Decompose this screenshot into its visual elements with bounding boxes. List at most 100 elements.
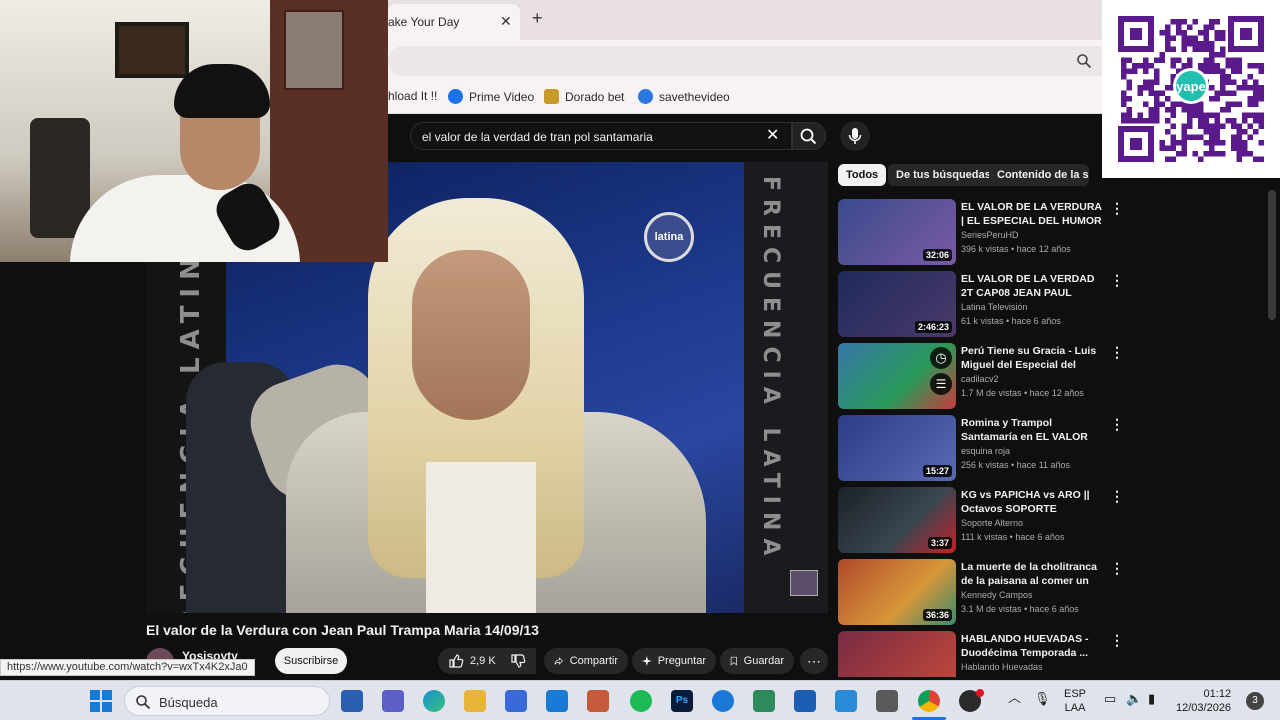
photoshop-icon[interactable]: Ps [671,690,693,712]
more-options-icon[interactable]: ⋮ [1110,488,1124,505]
related-video[interactable]: 2:46:23 EL VALOR DE LA VERDAD 2T CAP08 J… [838,271,1128,339]
qr-module [1170,112,1176,118]
qr-module [1192,41,1198,47]
more-options-icon[interactable]: ⋮ [1110,344,1124,361]
more-options-icon[interactable]: ⋮ [1110,272,1124,289]
store-icon[interactable] [505,690,527,712]
related-channel[interactable]: Hablando Huevadas [961,662,1043,672]
calendar-icon[interactable] [835,690,857,712]
related-video[interactable]: ◷ ☰ Perú Tiene su Gracia - Luis Miguel d… [838,343,1128,411]
related-meta: 3.1 M de vistas • hace 6 años [961,604,1079,614]
search-button[interactable] [792,122,826,150]
more-options-icon[interactable]: ⋮ [1110,200,1124,217]
chip-de-tus-busquedas[interactable]: De tus búsquedas [888,164,999,186]
volume-icon[interactable]: 🔈 [1126,692,1142,706]
language-bottom: LAA [1064,702,1086,714]
video-thumbnail[interactable]: 32:06 [838,199,956,265]
save-button[interactable]: Guardar [720,648,794,674]
related-title[interactable]: EL VALOR DE LA VERDAD 2T CAP08 JEAN PAUL… [961,272,1103,300]
outlook-icon[interactable] [794,690,816,712]
related-title[interactable]: Romina y Trampol Santamaría en EL VALOR … [961,416,1103,444]
qr-module [1154,118,1160,124]
video-thumbnail[interactable]: 2:46:23 [838,271,956,337]
share-button[interactable]: Compartir [544,648,628,674]
qr-module [1209,41,1215,47]
qr-module [1214,52,1220,58]
related-video[interactable]: HABLANDO HUEVADAS - Duodécima Temporada … [838,631,1128,677]
related-channel[interactable]: Soporte Alterno [961,518,1023,528]
subscribe-button[interactable]: Suscribirse [275,648,347,674]
video-thumbnail[interactable]: 3:37 [838,487,956,553]
qr-module [1170,63,1176,69]
notepad-icon[interactable] [753,690,775,712]
windows-start-icon[interactable] [90,690,112,712]
qr-module [1148,112,1154,118]
search-input[interactable]: el valor de la verdad de tran pol santam… [410,122,792,150]
close-tab-icon[interactable]: ✕ [500,13,512,30]
calculator-icon[interactable] [876,690,898,712]
more-options-icon[interactable]: ⋮ [1110,416,1124,433]
qr-module [1137,63,1143,69]
related-title[interactable]: La muerte de la cholitranca de la paisan… [961,560,1103,588]
video-thumbnail[interactable]: 15:27 [838,415,956,481]
qr-module [1247,74,1253,80]
file-explorer-icon[interactable] [464,690,486,712]
related-channel[interactable]: cadilacv2 [961,374,999,384]
scrollbar[interactable] [1268,190,1276,320]
clear-search-icon[interactable]: ✕ [766,125,779,145]
ask-button[interactable]: Preguntar [632,648,716,674]
related-video[interactable]: 36:36 La muerte de la cholitranca de la … [838,559,1128,627]
related-channel[interactable]: esquina roja [961,446,1010,456]
teams-icon[interactable] [382,690,404,712]
qr-module [1225,107,1231,113]
chevron-up-icon[interactable]: ︿ [1008,691,1021,705]
related-video[interactable]: 32:06 EL VALOR DE LA VERDURA | EL ESPECI… [838,199,1128,267]
video-thumbnail[interactable]: 36:36 [838,559,956,625]
chip-contenido[interactable]: Contenido de la se [989,164,1089,186]
bookmark-prime-video[interactable]: Prime Video [448,89,534,104]
related-title[interactable]: EL VALOR DE LA VERDURA | EL ESPECIAL DEL… [961,200,1103,228]
video-thumbnail[interactable]: ◷ ☰ [838,343,956,409]
microphone-icon[interactable]: 🎙 [1034,692,1051,706]
qr-module [1247,63,1253,69]
add-to-queue-icon[interactable]: ☰ [930,373,952,395]
related-title[interactable]: Perú Tiene su Gracia - Luis Miguel del E… [961,344,1103,372]
more-actions-button[interactable]: ⋯ [800,648,828,674]
media-player-icon[interactable] [587,690,609,712]
network-icon[interactable]: ▭ [1104,692,1116,706]
taskbar-search[interactable]: Búsqueda [124,686,330,716]
qr-module [1214,134,1220,140]
video-thumbnail[interactable] [838,631,956,677]
bookmark-savethevideo[interactable]: savethevideo [638,89,730,104]
dislike-button[interactable] [500,648,536,674]
bookmark-dorado-bet[interactable]: Dorado bet [544,89,624,104]
voice-search-button[interactable] [840,121,870,151]
qr-module [1203,35,1209,41]
chip-todos[interactable]: Todos [838,164,887,186]
related-title[interactable]: HABLANDO HUEVADAS - Duodécima Temporada … [961,632,1103,660]
watch-later-icon[interactable]: ◷ [930,347,952,369]
related-channel[interactable]: Latina Televisión [961,302,1027,312]
clock[interactable]: 01:12 12/03/2026 [1176,687,1231,715]
new-tab-button[interactable]: + [532,8,543,29]
browser-tab[interactable]: ake Your Day ✕ [388,4,520,40]
edge-icon[interactable] [423,690,445,712]
more-options-icon[interactable]: ⋮ [1110,560,1124,577]
zoom-icon[interactable] [1076,53,1092,69]
bookmark-download[interactable]: hload It !! [388,89,437,103]
task-view-icon[interactable] [341,690,363,712]
chrome-icon[interactable] [918,690,940,712]
related-video[interactable]: 3:37 KG vs PAPICHA vs ARO || Octavos SOP… [838,487,1128,555]
battery-icon[interactable]: ▮ [1148,692,1155,706]
address-bar[interactable] [388,46,1102,76]
onedrive-icon[interactable] [712,690,734,712]
related-title[interactable]: KG vs PAPICHA vs ARO || Octavos SOPORTE … [961,488,1103,516]
spotify-icon[interactable] [630,690,652,712]
language-indicator[interactable]: ESP LAA [1064,687,1086,715]
related-channel[interactable]: SeriesPeruHD [961,230,1019,240]
notification-badge[interactable]: 3 [1246,692,1264,710]
related-video[interactable]: 15:27 Romina y Trampol Santamaría en EL … [838,415,1128,483]
mail-icon[interactable] [546,690,568,712]
more-options-icon[interactable]: ⋮ [1110,632,1124,649]
related-channel[interactable]: Kennedy Campos [961,590,1033,600]
